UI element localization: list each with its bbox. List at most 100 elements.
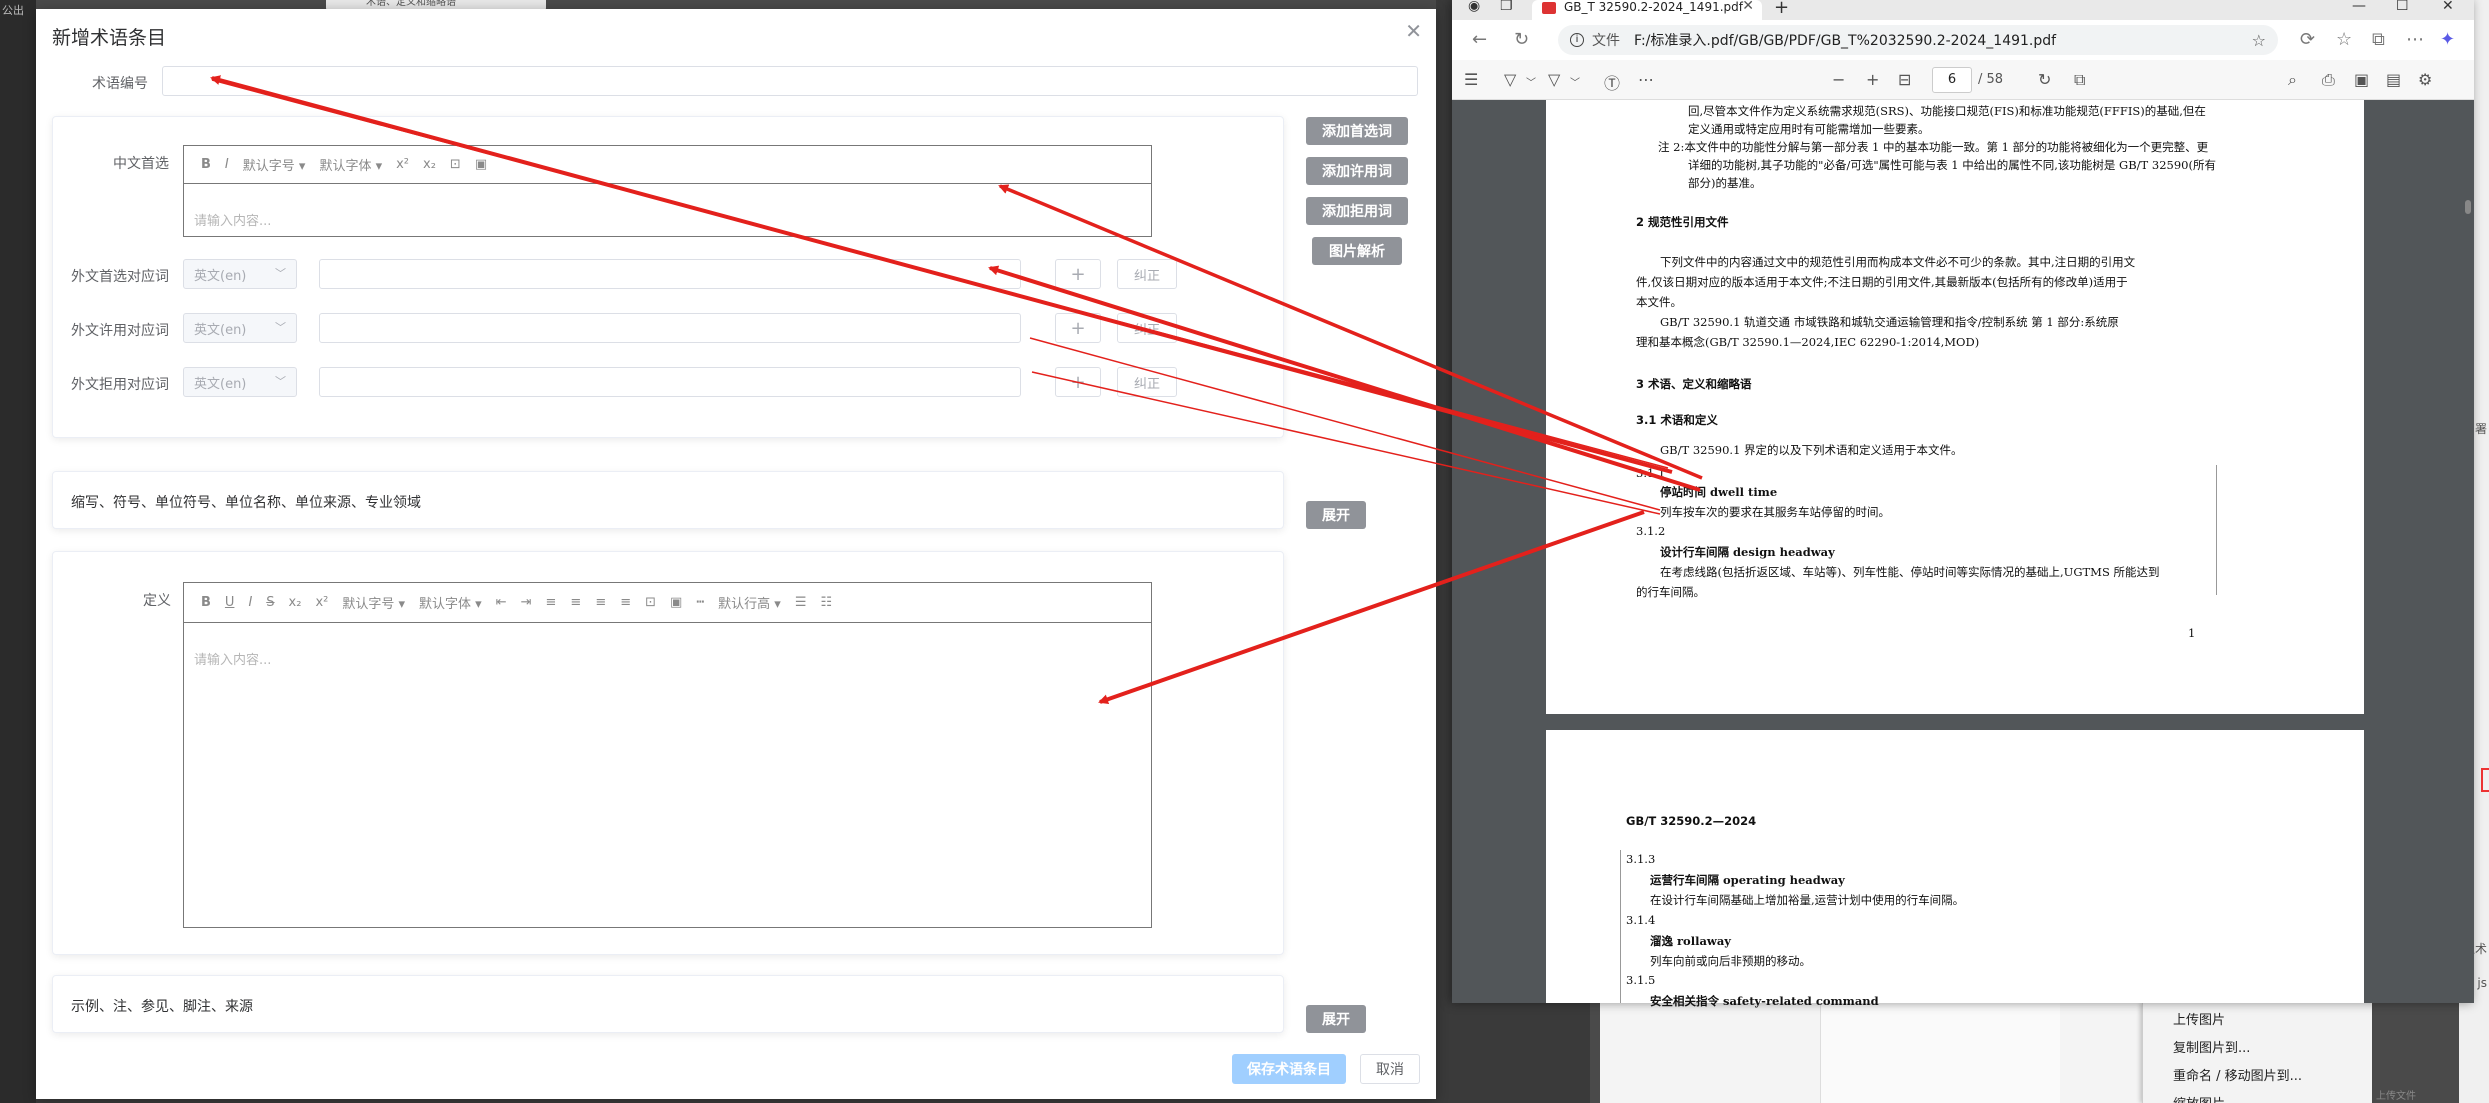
more-tools-icon[interactable]: ⋯: [1638, 70, 1654, 89]
page-view-icon[interactable]: ⧉: [2074, 70, 2085, 90]
workspaces-icon[interactable]: ❐: [1500, 0, 1513, 14]
tab-pdf[interactable]: GB_T 32590.2-2024_1491.pdf ✕: [1532, 0, 1762, 20]
add-preferred-button[interactable]: 添加首选词: [1306, 117, 1408, 145]
refresh-icon[interactable]: ↻: [1514, 29, 1529, 50]
scrollbar-thumb[interactable]: [2465, 200, 2471, 214]
subscript-icon[interactable]: x₂: [416, 157, 443, 172]
bold-icon[interactable]: B: [194, 595, 218, 610]
font-family-select[interactable]: 默认字体 ▾: [412, 593, 489, 612]
term-number-input[interactable]: [162, 66, 1418, 96]
expand-button[interactable]: 展开: [1306, 1005, 1366, 1033]
term-definition: 列车按车次的要求在其服务车站停留的时间。: [1660, 505, 1890, 519]
page-number-input[interactable]: 6: [1932, 67, 1972, 93]
close-icon[interactable]: ✕: [1405, 19, 1422, 43]
table-icon[interactable]: ⊡: [638, 595, 663, 610]
underline-icon[interactable]: U: [218, 595, 242, 610]
ctx-menu-item-upload[interactable]: 上传图片: [2173, 1009, 2225, 1028]
image-icon[interactable]: ▣: [468, 157, 494, 172]
close-window-icon[interactable]: ✕: [2442, 0, 2454, 14]
font-size-select[interactable]: 默认字号 ▾: [236, 155, 313, 174]
zoom-out-icon[interactable]: −: [1832, 70, 1845, 89]
correct-button[interactable]: 纠正: [1117, 367, 1177, 397]
ctx-menu-item-copy[interactable]: 复制图片到...: [2173, 1037, 2250, 1056]
indent-icon[interactable]: ⇥: [514, 595, 539, 610]
extensions-icon[interactable]: ⟳: [2300, 29, 2315, 50]
favorites-icon[interactable]: ☆: [2336, 29, 2352, 50]
foreign-permitted-input[interactable]: [319, 313, 1021, 343]
language-select[interactable]: 英文(en) ﹀: [183, 259, 297, 289]
subscript-icon[interactable]: x₂: [282, 595, 309, 610]
close-tab-icon[interactable]: ✕: [1742, 0, 1754, 13]
save-icon[interactable]: ▣: [2354, 70, 2369, 89]
new-tab-icon[interactable]: +: [1774, 0, 1789, 18]
align-justify-icon[interactable]: ≡: [613, 595, 638, 610]
fit-width-icon[interactable]: ⊟: [1898, 70, 1911, 89]
print-icon[interactable]: ⎙: [2322, 70, 2335, 90]
text-icon[interactable]: Ⓣ: [1604, 70, 1620, 94]
address-bar[interactable]: i 文件 F:/标准录入.pdf/GB/GB/PDF/GB_T%2032590.…: [1558, 25, 2278, 55]
profile-icon[interactable]: ◉: [1468, 0, 1480, 14]
italic-icon[interactable]: I: [241, 595, 259, 610]
correct-button[interactable]: 纠正: [1117, 259, 1177, 289]
save-term-button[interactable]: 保存术语条目: [1232, 1054, 1346, 1084]
bold-icon[interactable]: B: [194, 157, 218, 172]
image-parse-button[interactable]: 图片解析: [1312, 237, 1402, 265]
add-rejected-button[interactable]: 添加拒用词: [1306, 197, 1408, 225]
bullet-list-icon[interactable]: ☰: [788, 595, 814, 610]
ctx-menu-item-scale[interactable]: 缩放图片: [2173, 1093, 2225, 1103]
highlight-icon[interactable]: ▽: [1504, 70, 1516, 89]
minimize-icon[interactable]: —: [2352, 0, 2366, 14]
outdent-icon[interactable]: ⇤: [489, 595, 514, 610]
numbered-list-icon[interactable]: ☷: [814, 595, 840, 610]
maximize-icon[interactable]: ☐: [2396, 0, 2409, 14]
chevron-down-icon[interactable]: ﹀: [1526, 74, 1536, 89]
expand-button[interactable]: 展开: [1306, 501, 1366, 529]
pdf-scrollbar[interactable]: [2464, 104, 2472, 999]
examples-section-title: 示例、注、参见、脚注、来源: [71, 999, 253, 1015]
align-left-icon[interactable]: ≡: [539, 595, 564, 610]
back-icon[interactable]: ←: [1472, 29, 1487, 50]
draw-icon[interactable]: ▽: [1548, 70, 1560, 89]
divider-icon[interactable]: ┅: [689, 595, 711, 610]
language-select[interactable]: 英文(en) ﹀: [183, 313, 297, 343]
cancel-button[interactable]: 取消: [1360, 1054, 1420, 1084]
align-center-icon[interactable]: ≡: [563, 595, 588, 610]
table-icon[interactable]: ⊡: [443, 157, 468, 172]
strikethrough-icon[interactable]: S: [259, 595, 281, 610]
copilot-icon[interactable]: ✦: [2440, 29, 2455, 50]
add-button[interactable]: +: [1055, 259, 1101, 289]
favorite-icon[interactable]: ☆: [2252, 31, 2266, 50]
save-as-icon[interactable]: ▤: [2386, 70, 2401, 89]
language-select[interactable]: 英文(en) ﹀: [183, 367, 297, 397]
chevron-down-icon[interactable]: ﹀: [1570, 74, 1580, 89]
page-text-line: GB/T 32590.1 界定的以及下列术语和定义适用于本文件。: [1660, 443, 1963, 457]
zoom-in-icon[interactable]: +: [1866, 70, 1879, 89]
image-icon[interactable]: ▣: [663, 595, 689, 610]
collections-icon[interactable]: ⧉: [2372, 29, 2385, 50]
foreign-rejected-input[interactable]: [319, 367, 1021, 397]
search-icon[interactable]: ⌕: [2288, 70, 2297, 90]
ctx-menu-item-rename[interactable]: 重命名 / 移动图片到...: [2173, 1065, 2302, 1084]
contents-icon[interactable]: ☰: [1464, 70, 1478, 89]
align-right-icon[interactable]: ≡: [588, 595, 613, 610]
add-permitted-button[interactable]: 添加许用词: [1306, 157, 1408, 185]
line-height-select[interactable]: 默认行高 ▾: [711, 593, 788, 612]
add-button[interactable]: +: [1055, 313, 1101, 343]
font-family-select[interactable]: 默认字体 ▾: [312, 155, 389, 174]
superscript-icon[interactable]: x²: [308, 595, 335, 610]
italic-icon[interactable]: I: [218, 157, 236, 172]
foreign-preferred-input[interactable]: [319, 259, 1021, 289]
rotate-icon[interactable]: ↻: [2038, 70, 2051, 89]
term-names-card: 中文首选 B I 默认字号 ▾ 默认字体 ▾ x² x₂ ⊡ ▣ 请输入内容..…: [52, 116, 1284, 438]
superscript-icon[interactable]: x²: [389, 157, 416, 172]
editor-placeholder[interactable]: 请输入内容...: [194, 649, 271, 668]
more-icon[interactable]: ⋯: [2406, 29, 2424, 50]
font-size-select[interactable]: 默认字号 ▾: [335, 593, 412, 612]
add-button[interactable]: +: [1055, 367, 1101, 397]
correct-button[interactable]: 纠正: [1117, 313, 1177, 343]
term-number: 3.1.3: [1626, 852, 1656, 866]
abbrev-section-card[interactable]: 缩写、符号、单位符号、单位名称、单位来源、专业领域: [52, 471, 1284, 529]
settings-icon[interactable]: ⚙: [2418, 70, 2432, 89]
editor-placeholder[interactable]: 请输入内容...: [194, 210, 271, 229]
examples-section-card[interactable]: 示例、注、参见、脚注、来源: [52, 975, 1284, 1033]
